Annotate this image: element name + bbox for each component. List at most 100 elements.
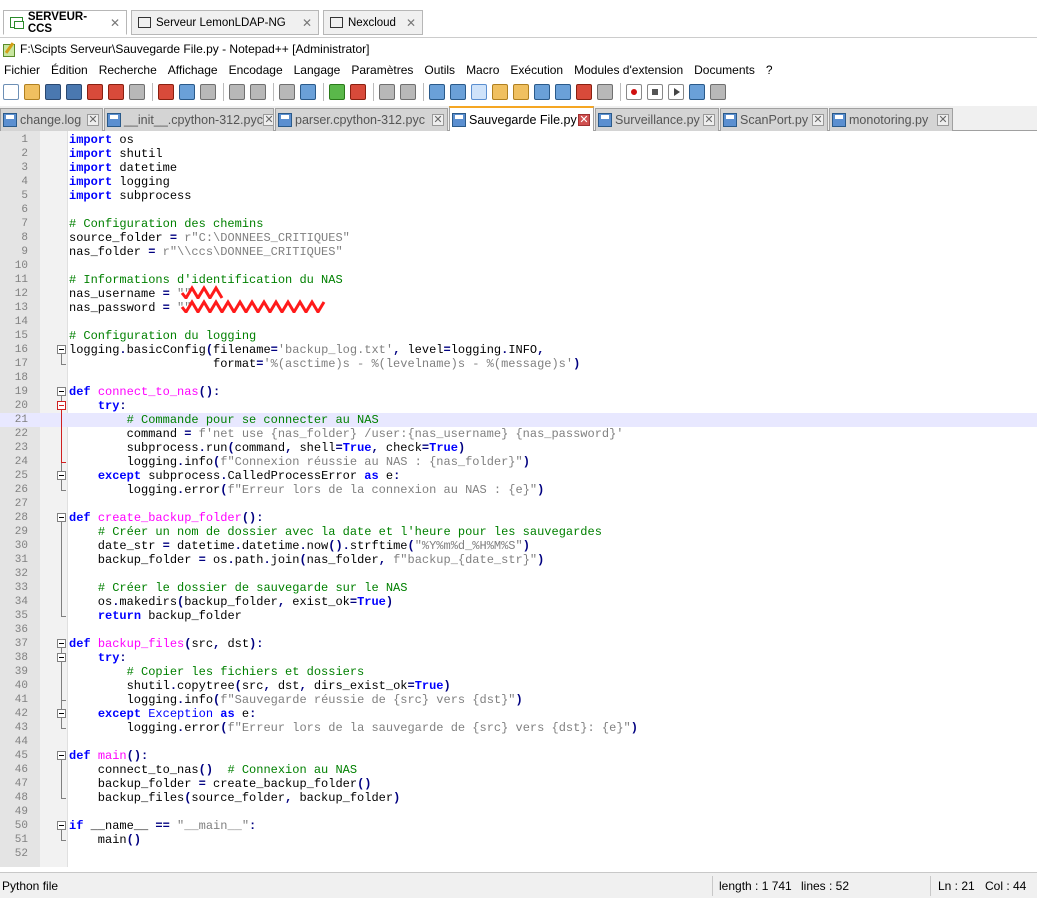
- indent-guide-icon[interactable]: [471, 84, 487, 100]
- code-line[interactable]: 44: [0, 735, 1037, 749]
- undo-icon[interactable]: [229, 84, 245, 100]
- code-line[interactable]: 35 return backup_folder: [0, 609, 1037, 623]
- code-line[interactable]: 22 command = f'net use {nas_folder} /use…: [0, 427, 1037, 441]
- fold-toggle-icon[interactable]: [57, 751, 66, 760]
- copy-icon[interactable]: [179, 84, 195, 100]
- menu-fichier[interactable]: Fichier: [4, 63, 40, 77]
- code-line[interactable]: 23 subprocess.run(command, shell=True, c…: [0, 441, 1037, 455]
- fold-toggle-icon[interactable]: [57, 709, 66, 718]
- code-line[interactable]: 5 import subprocess: [0, 189, 1037, 203]
- code-line[interactable]: 50 if __name__ == "__main__":: [0, 819, 1037, 833]
- play-macro-icon[interactable]: [668, 84, 684, 100]
- redo-icon[interactable]: [250, 84, 266, 100]
- tab-surveillance[interactable]: Surveillance.py ✕: [595, 108, 719, 131]
- word-wrap-icon[interactable]: [429, 84, 445, 100]
- close-icon[interactable]: ✕: [406, 16, 416, 30]
- fold-toggle-icon[interactable]: [57, 653, 66, 662]
- record-macro-icon[interactable]: [626, 84, 642, 100]
- code-line[interactable]: 12 nas_username = "": [0, 287, 1037, 301]
- function-list-icon[interactable]: [534, 84, 550, 100]
- code-line[interactable]: 10: [0, 259, 1037, 273]
- tab-scanport[interactable]: ScanPort.py ✕: [720, 108, 828, 131]
- code-line[interactable]: 4 import logging: [0, 175, 1037, 189]
- code-line[interactable]: 36: [0, 623, 1037, 637]
- menu-encodage[interactable]: Encodage: [229, 63, 283, 77]
- menu-documents[interactable]: Documents: [694, 63, 755, 77]
- code-line[interactable]: 33 # Créer le dossier de sauvegarde sur …: [0, 581, 1037, 595]
- find-icon[interactable]: [279, 84, 295, 100]
- menu-parametres[interactable]: Paramètres: [351, 63, 413, 77]
- zoom-out-icon[interactable]: [350, 84, 366, 100]
- new-file-icon[interactable]: [3, 84, 19, 100]
- code-line[interactable]: 45 def main():: [0, 749, 1037, 763]
- code-line[interactable]: 42 except Exception as e:: [0, 707, 1037, 721]
- code-line[interactable]: 19 def connect_to_nas():: [0, 385, 1037, 399]
- menu-macro[interactable]: Macro: [466, 63, 499, 77]
- tab-parser-pyc[interactable]: parser.cpython-312.pyc ✕: [275, 108, 448, 131]
- save-icon[interactable]: [45, 84, 61, 100]
- run-macro-multiple-icon[interactable]: [689, 84, 705, 100]
- sync-vertical-icon[interactable]: [379, 84, 395, 100]
- code-line[interactable]: 32: [0, 567, 1037, 581]
- menu-recherche[interactable]: Recherche: [99, 63, 157, 77]
- show-all-chars-icon[interactable]: [450, 84, 466, 100]
- menu-outils[interactable]: Outils: [424, 63, 455, 77]
- window-tab-nexcloud[interactable]: Nexcloud ✕: [323, 10, 423, 35]
- code-line[interactable]: 15 # Configuration du logging: [0, 329, 1037, 343]
- code-line[interactable]: 28 def create_backup_folder():: [0, 511, 1037, 525]
- code-line[interactable]: 40 shutil.copytree(src, dst, dirs_exist_…: [0, 679, 1037, 693]
- code-line[interactable]: 49: [0, 805, 1037, 819]
- code-line[interactable]: 41 logging.info(f"Sauvegarde réussie de …: [0, 693, 1037, 707]
- open-file-icon[interactable]: [24, 84, 40, 100]
- close-all-icon[interactable]: [108, 84, 124, 100]
- code-line[interactable]: 1 import os: [0, 133, 1037, 147]
- code-line[interactable]: 2 import shutil: [0, 147, 1037, 161]
- code-line[interactable]: 21 # Commande pour se connecter au NAS: [0, 413, 1037, 427]
- code-line[interactable]: 31 backup_folder = os.path.join(nas_fold…: [0, 553, 1037, 567]
- paste-icon[interactable]: [200, 84, 216, 100]
- document-map-icon[interactable]: [513, 84, 529, 100]
- code-line[interactable]: 46 connect_to_nas() # Connexion au NAS: [0, 763, 1037, 777]
- menu-edition[interactable]: Édition: [51, 63, 88, 77]
- save-all-icon[interactable]: [66, 84, 82, 100]
- code-line[interactable]: 16 logging.basicConfig(filename='backup_l…: [0, 343, 1037, 357]
- menu-execution[interactable]: Exécution: [510, 63, 563, 77]
- code-line[interactable]: 17 format='%(asctime)s - %(levelname)s -…: [0, 357, 1037, 371]
- code-line[interactable]: 34 os.makedirs(backup_folder, exist_ok=T…: [0, 595, 1037, 609]
- folder-workspace-icon[interactable]: [555, 84, 571, 100]
- code-line[interactable]: 14: [0, 315, 1037, 329]
- window-tab-serveur-ccs[interactable]: SERVEUR-CCS ✕: [3, 10, 127, 35]
- close-icon[interactable]: ✕: [703, 114, 715, 126]
- replace-icon[interactable]: [300, 84, 316, 100]
- code-editor[interactable]: 1 import os 2 import shutil 3 import datetime…: [0, 131, 1037, 867]
- fold-toggle-icon[interactable]: [57, 513, 66, 522]
- menu-langage[interactable]: Langage: [294, 63, 341, 77]
- language-icon[interactable]: [492, 84, 508, 100]
- code-line[interactable]: 13 nas_password = "": [0, 301, 1037, 315]
- code-line[interactable]: 43 logging.error(f"Erreur lors de la sau…: [0, 721, 1037, 735]
- code-line[interactable]: 26 logging.error(f"Erreur lors de la con…: [0, 483, 1037, 497]
- fold-toggle-icon[interactable]: [57, 387, 66, 396]
- code-line[interactable]: 38 try:: [0, 651, 1037, 665]
- fold-toggle-icon[interactable]: [57, 345, 66, 354]
- close-icon[interactable]: ✕: [110, 16, 120, 30]
- code-line[interactable]: 52: [0, 847, 1037, 861]
- close-icon[interactable]: ✕: [262, 114, 273, 126]
- code-line[interactable]: 7 # Configuration des chemins: [0, 217, 1037, 231]
- code-line[interactable]: 30 date_str = datetime.datetime.now().st…: [0, 539, 1037, 553]
- code-line[interactable]: 29 # Créer un nom de dossier avec la dat…: [0, 525, 1037, 539]
- document-list-icon[interactable]: [576, 84, 592, 100]
- code-line[interactable]: 24 logging.info(f"Connexion réussie au N…: [0, 455, 1037, 469]
- stop-macro-icon[interactable]: [647, 84, 663, 100]
- save-macro-icon[interactable]: [710, 84, 726, 100]
- code-line[interactable]: 8 source_folder = r"C:\DONNEES_CRITIQUES": [0, 231, 1037, 245]
- code-line[interactable]: 39 # Copier les fichiers et dossiers: [0, 665, 1037, 679]
- code-line[interactable]: 6: [0, 203, 1037, 217]
- print-icon[interactable]: [129, 84, 145, 100]
- menu-modules[interactable]: Modules d'extension: [574, 63, 683, 77]
- menu-affichage[interactable]: Affichage: [168, 63, 218, 77]
- code-line[interactable]: 51 main(): [0, 833, 1037, 847]
- code-line[interactable]: 47 backup_folder = create_backup_folder(…: [0, 777, 1037, 791]
- fold-toggle-icon[interactable]: [57, 639, 66, 648]
- tab-monotoring[interactable]: monotoring.py ✕: [829, 108, 953, 131]
